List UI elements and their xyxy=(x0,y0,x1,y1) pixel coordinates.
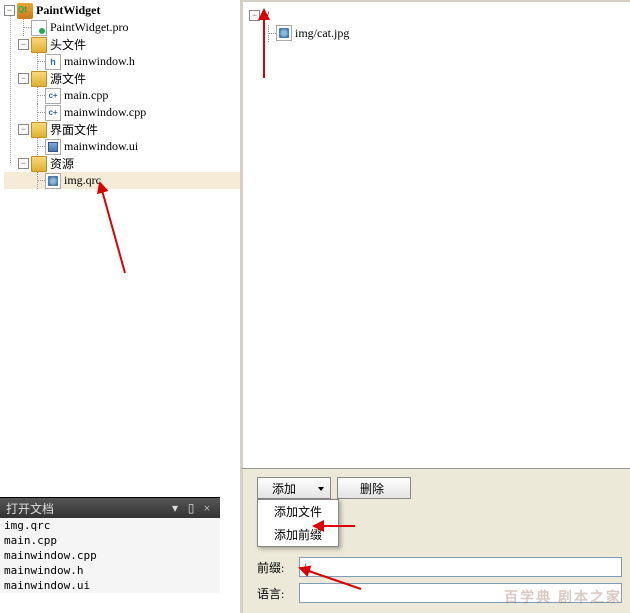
folder-icon xyxy=(31,37,47,53)
tree-node-forms[interactable]: − 界面文件 xyxy=(4,121,240,138)
image-file-icon xyxy=(276,25,292,41)
tree-label: 界面文件 xyxy=(50,121,98,138)
resource-root-node[interactable]: − / xyxy=(249,6,630,24)
tree-label: img.qrc xyxy=(64,173,101,188)
resource-form: 添加 删除 添加文件 添加前缀 前缀: 语言: 百学典 剧本之家 xyxy=(240,468,630,613)
docs-item[interactable]: mainwindow.ui xyxy=(0,578,220,593)
tree-node-sources[interactable]: − 源文件 xyxy=(4,70,240,87)
ui-file-icon xyxy=(45,139,61,155)
menu-item-add-prefix[interactable]: 添加前缀 xyxy=(258,523,338,546)
dropdown-icon[interactable]: ▾ xyxy=(168,501,182,515)
remove-button[interactable]: 删除 xyxy=(337,477,411,499)
docs-item[interactable]: mainwindow.cpp xyxy=(0,548,220,563)
tree-node-file[interactable]: c+ main.cpp xyxy=(4,87,240,104)
add-dropdown-menu: 添加文件 添加前缀 xyxy=(257,499,339,547)
tree-label: 头文件 xyxy=(50,36,86,53)
tree-node-pro[interactable]: PaintWidget.pro xyxy=(4,19,240,36)
cpp-file-icon: c+ xyxy=(45,105,61,121)
resource-tree[interactable]: − / img/cat.jpg xyxy=(240,0,630,468)
watermark-text: 百学典 剧本之家 xyxy=(504,587,622,607)
tree-label: mainwindow.ui xyxy=(64,139,138,154)
remove-button-label: 删除 xyxy=(360,480,384,497)
tree-label: PaintWidget xyxy=(36,3,100,18)
tree-node-root[interactable]: − PaintWidget xyxy=(4,2,240,19)
tree-node-file[interactable]: c+ mainwindow.cpp xyxy=(4,104,240,121)
tree-node-headers[interactable]: − 头文件 xyxy=(4,36,240,53)
docs-title-text: 打开文档 xyxy=(6,500,166,517)
prefix-label: 前缀: xyxy=(257,559,299,576)
tree-node-resources[interactable]: − 资源 xyxy=(4,155,240,172)
qrc-file-icon xyxy=(45,173,61,189)
folder-icon xyxy=(31,156,47,172)
tree-label: 源文件 xyxy=(50,70,86,87)
h-file-icon: h xyxy=(45,54,61,70)
tree-label: / xyxy=(266,8,269,23)
expander-icon[interactable]: − xyxy=(4,5,15,16)
tree-node-file-selected[interactable]: img.qrc xyxy=(4,172,240,189)
tree-label: mainwindow.cpp xyxy=(64,105,146,120)
close-icon[interactable]: × xyxy=(200,501,214,515)
menu-item-add-file[interactable]: 添加文件 xyxy=(258,500,338,523)
tree-label: 资源 xyxy=(50,155,74,172)
add-button-label: 添加 xyxy=(272,480,296,497)
cpp-file-icon: c+ xyxy=(45,88,61,104)
expander-icon[interactable]: − xyxy=(18,73,29,84)
docs-item[interactable]: main.cpp xyxy=(0,533,220,548)
docs-title-bar: 打开文档 ▾ ▯ × xyxy=(0,498,220,518)
pro-file-icon xyxy=(31,20,47,36)
prefix-input[interactable] xyxy=(299,557,622,577)
folder-icon xyxy=(31,71,47,87)
open-documents-panel: 打开文档 ▾ ▯ × img.qrc main.cpp mainwindow.c… xyxy=(0,497,220,593)
docs-list[interactable]: img.qrc main.cpp mainwindow.cpp mainwind… xyxy=(0,518,220,593)
project-icon xyxy=(17,3,33,19)
expander-icon[interactable]: − xyxy=(18,158,29,169)
split-icon[interactable]: ▯ xyxy=(184,501,198,515)
lang-label: 语言: xyxy=(257,585,299,602)
tree-label: mainwindow.h xyxy=(64,54,135,69)
docs-item[interactable]: img.qrc xyxy=(0,518,220,533)
expander-icon[interactable]: − xyxy=(18,39,29,50)
tree-label: PaintWidget.pro xyxy=(50,20,129,35)
expander-icon[interactable]: − xyxy=(249,10,260,21)
tree-label: main.cpp xyxy=(64,88,108,103)
tree-label: img/cat.jpg xyxy=(295,26,349,41)
project-tree[interactable]: − PaintWidget PaintWidget.pro − 头文件 h ma… xyxy=(0,0,240,189)
expander-icon[interactable]: − xyxy=(18,124,29,135)
folder-icon xyxy=(31,122,47,138)
add-button[interactable]: 添加 xyxy=(257,477,331,499)
resource-item-node[interactable]: img/cat.jpg xyxy=(249,24,630,42)
tree-node-file[interactable]: mainwindow.ui xyxy=(4,138,240,155)
resource-editor-panel: − / img/cat.jpg 添加 删除 添加文件 添加前缀 前缀: xyxy=(240,0,630,613)
tree-node-file[interactable]: h mainwindow.h xyxy=(4,53,240,70)
docs-item[interactable]: mainwindow.h xyxy=(0,563,220,578)
